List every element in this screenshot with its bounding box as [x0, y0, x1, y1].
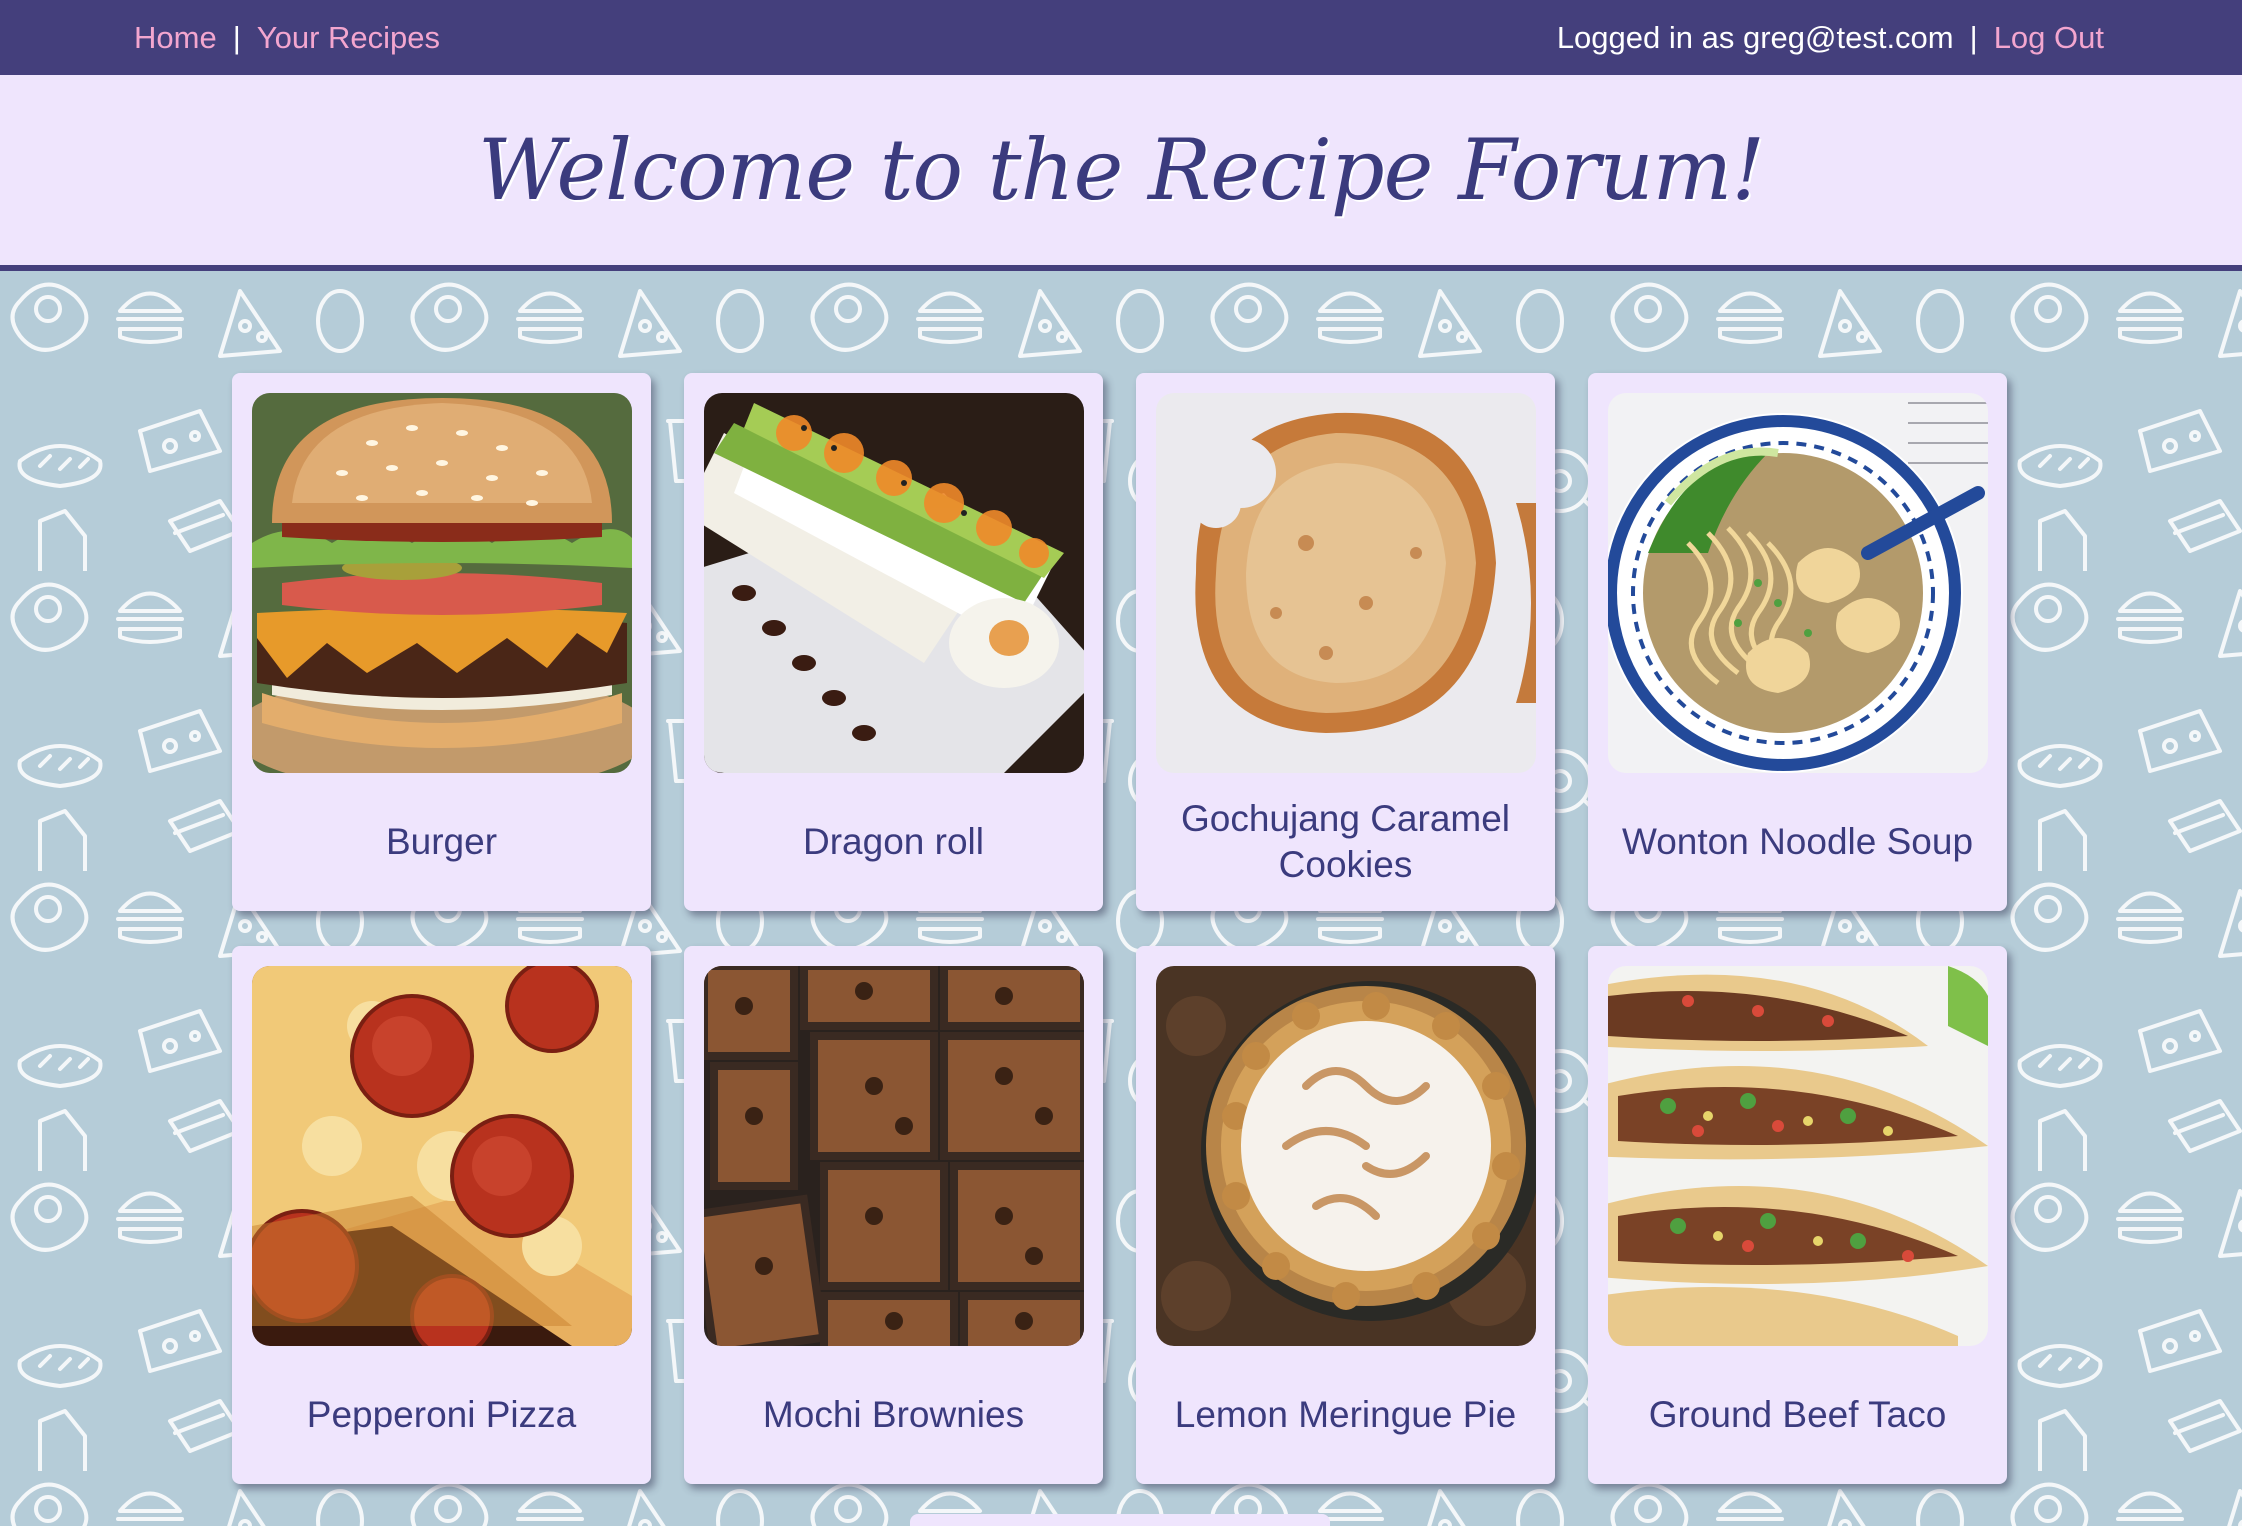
recipe-card-mochi-brownies[interactable]: Mochi Brownies [684, 946, 1103, 1484]
brownie-photo[interactable] [704, 966, 1084, 1346]
recipe-card-pepperoni-pizza[interactable]: Pepperoni Pizza [232, 946, 651, 1484]
nav-separator: | [232, 19, 241, 55]
recipe-card-burger[interactable]: Burger [232, 373, 651, 911]
top-nav-bar: Home | Your Recipes Logged in as greg@te… [0, 0, 2242, 75]
recipe-title[interactable]: Ground Beef Taco [1598, 1346, 1997, 1484]
pie-photo[interactable] [1156, 966, 1536, 1346]
recipe-title[interactable]: Pepperoni Pizza [242, 1346, 641, 1484]
burger-image [252, 393, 632, 773]
soup-image [1608, 393, 1988, 773]
recipe-card-gochujang-caramel-cookies[interactable]: Gochujang Caramel Cookies [1136, 373, 1555, 911]
recipe-title[interactable]: Gochujang Caramel Cookies [1146, 773, 1545, 911]
recipe-title[interactable]: Mochi Brownies [694, 1346, 1093, 1484]
recipe-card-ground-beef-taco[interactable]: Ground Beef Taco [1588, 946, 2007, 1484]
next-row-card-edge [910, 1514, 1330, 1526]
brownie-image [704, 966, 1084, 1346]
logged-in-status: Logged in as greg@test.com [1556, 19, 1954, 55]
recipe-title[interactable]: Dragon roll [694, 773, 1093, 911]
pizza-photo[interactable] [252, 966, 632, 1346]
soup-photo[interactable] [1608, 393, 1988, 773]
recipe-card-wonton-noodle-soup[interactable]: Wonton Noodle Soup [1588, 373, 2007, 911]
recipe-title[interactable]: Wonton Noodle Soup [1598, 773, 1997, 911]
nav-right-group: Logged in as greg@test.com | Log Out [1557, 0, 2104, 75]
pie-image [1156, 966, 1536, 1346]
page-title: Welcome to the Recipe Forum! [477, 121, 1765, 219]
nav-separator: | [1969, 19, 1978, 55]
taco-image [1608, 966, 1988, 1346]
sushi-roll-photo[interactable] [704, 393, 1084, 773]
burger-photo[interactable] [252, 393, 632, 773]
recipe-card-dragon-roll[interactable]: Dragon roll [684, 373, 1103, 911]
pizza-image [252, 966, 632, 1346]
recipe-title[interactable]: Burger [242, 773, 641, 911]
home-link[interactable]: Home [134, 20, 217, 56]
your-recipes-link[interactable]: Your Recipes [257, 20, 440, 56]
recipe-card-lemon-meringue-pie[interactable]: Lemon Meringue Pie [1136, 946, 1555, 1484]
recipe-grid: Burger Dragon roll Gochujang Caramel Coo… [232, 373, 2007, 1484]
logout-link[interactable]: Log Out [1994, 20, 2104, 56]
sushi-roll-image [704, 393, 1084, 773]
taco-photo[interactable] [1608, 966, 1988, 1346]
page-banner: Welcome to the Recipe Forum! [0, 75, 2242, 271]
nav-left-group: Home | Your Recipes [134, 0, 440, 75]
cookie-image [1156, 393, 1536, 773]
cookie-photo[interactable] [1156, 393, 1536, 773]
recipe-title[interactable]: Lemon Meringue Pie [1146, 1346, 1545, 1484]
